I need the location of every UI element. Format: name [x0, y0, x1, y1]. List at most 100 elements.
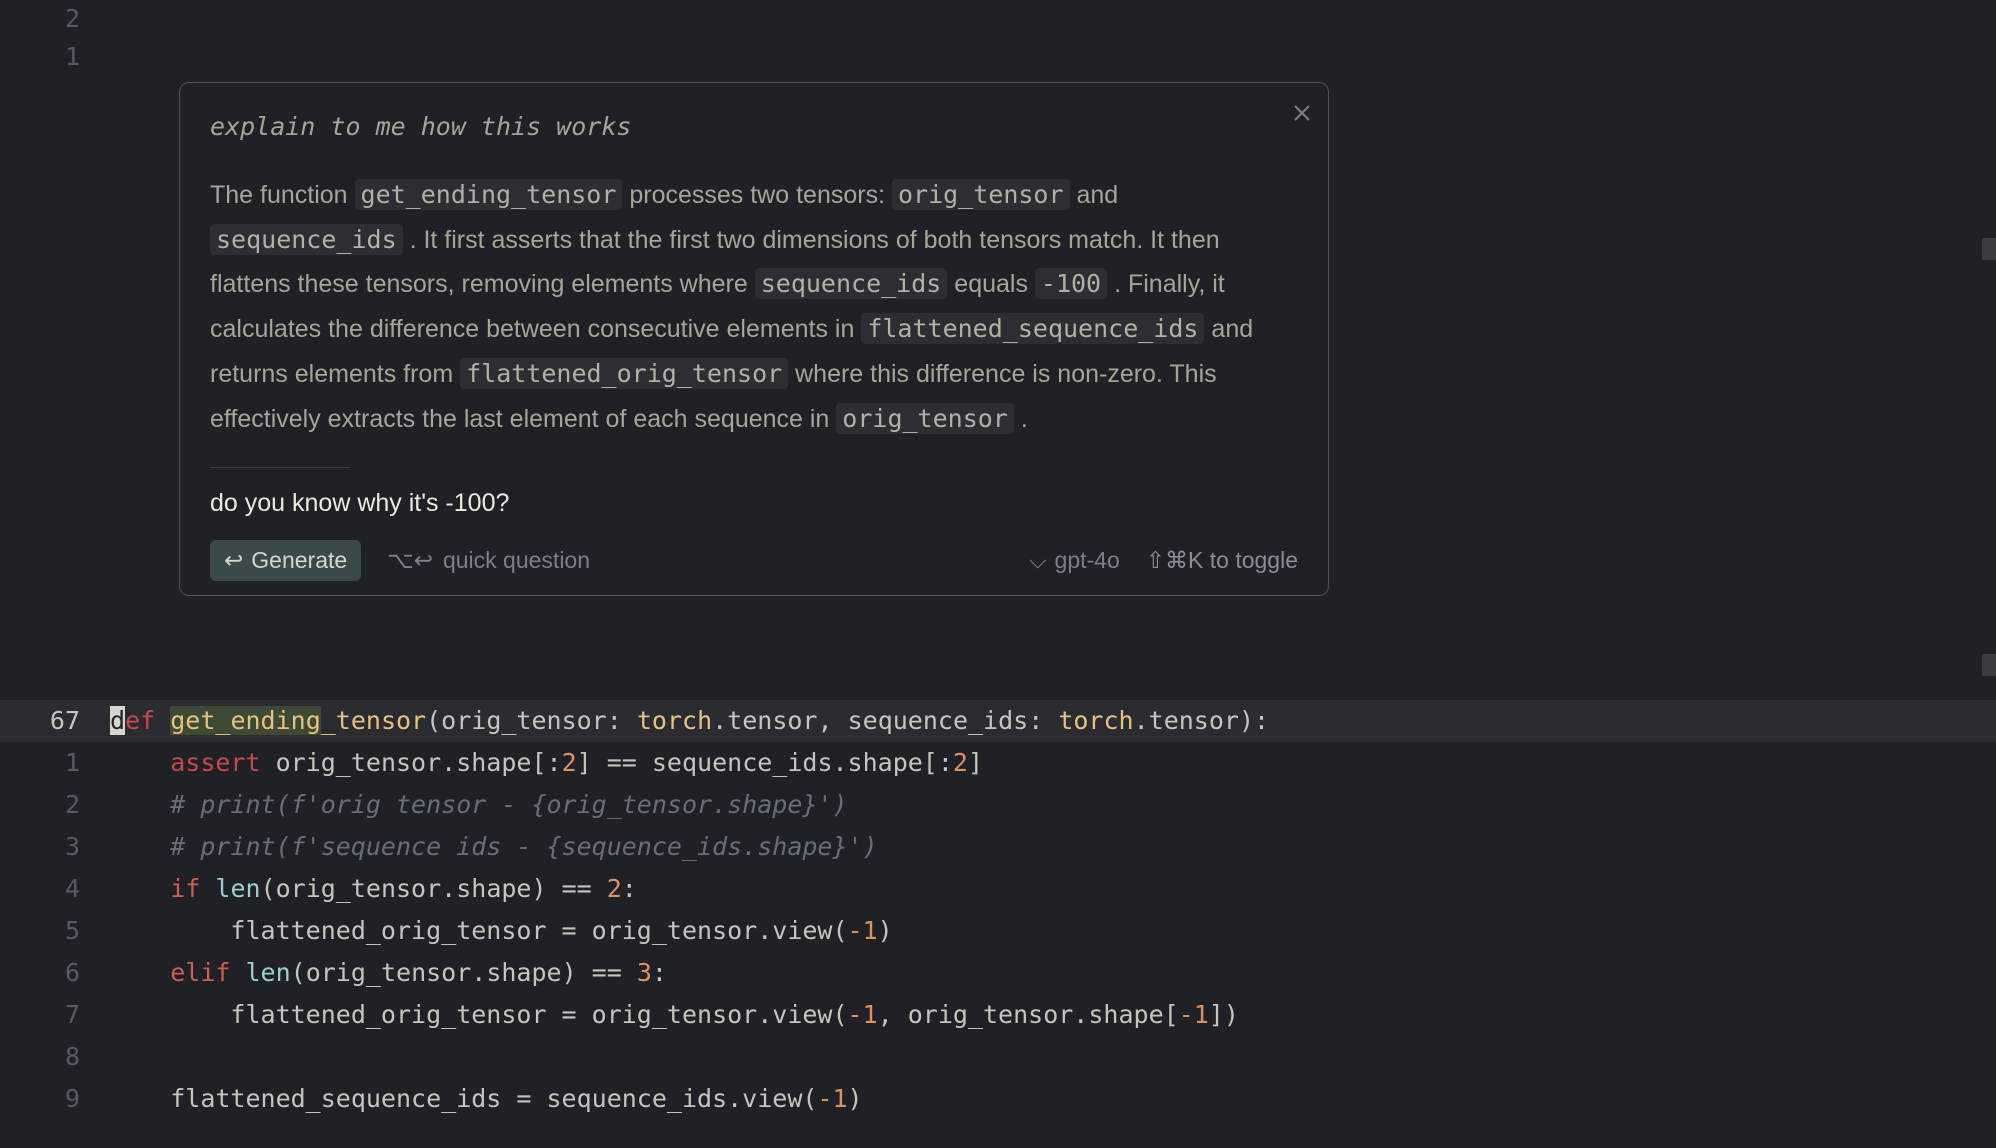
number: 2: [562, 748, 577, 777]
chevron-down-icon: ⌵: [1029, 540, 1046, 580]
code-line[interactable]: 1 assert orig_tensor.shape[:2] == sequen…: [0, 742, 1996, 784]
code-line[interactable]: 6 elif len(orig_tensor.shape) == 3:: [0, 952, 1996, 994]
ident: .tensor,: [712, 706, 847, 735]
answer-text: processes two tensors:: [622, 181, 892, 209]
code-token: sequence_ids: [210, 224, 403, 255]
generate-button[interactable]: ↩ Generate: [210, 540, 361, 581]
code-token: orig_tensor: [836, 403, 1014, 434]
code-line[interactable]: 8: [0, 1036, 1996, 1078]
code-content[interactable]: assert orig_tensor.shape[:2] == sequence…: [110, 742, 983, 784]
line-number-relative: 5: [0, 910, 110, 952]
toggle-hint: ⇧⌘K to toggle: [1146, 540, 1298, 580]
cursor: d: [110, 706, 125, 735]
punct: :: [607, 706, 637, 735]
line-number-relative: 8: [0, 1036, 110, 1078]
inline-chat-panel: explain to me how this works The functio…: [179, 82, 1329, 596]
comment: # print(f'sequence ids - {sequence_ids.s…: [170, 832, 877, 861]
ident: (orig_tensor.shape) ==: [261, 874, 607, 903]
code-line[interactable]: 7 flattened_orig_tensor = orig_tensor.vi…: [0, 994, 1996, 1036]
number: -1: [817, 1084, 847, 1113]
ident: orig_tensor.shape[:: [261, 748, 562, 777]
scrollbar-marker: [1982, 238, 1996, 260]
code-content[interactable]: [110, 1036, 125, 1078]
code-editor[interactable]: 2 1 explain to me how this works The fun…: [0, 0, 1996, 1148]
ident: ): [878, 916, 893, 945]
ident: flattened_orig_tensor = orig_tensor.view…: [230, 1000, 847, 1029]
generate-label: Generate: [251, 547, 347, 574]
code-line[interactable]: 5 flattened_orig_tensor = orig_tensor.vi…: [0, 910, 1996, 952]
answer-text: equals: [947, 270, 1035, 298]
builtin-len: len: [246, 958, 291, 987]
ident: , orig_tensor.shape[: [878, 1000, 1179, 1029]
ident: .tensor):: [1134, 706, 1269, 735]
param: sequence_ids: [848, 706, 1029, 735]
punct: :: [1028, 706, 1058, 735]
number: -1: [848, 1000, 878, 1029]
module: torch: [1058, 706, 1133, 735]
close-icon[interactable]: [1290, 95, 1314, 119]
code-line[interactable]: 67 def get_ending_tensor(orig_tensor: to…: [0, 700, 1996, 742]
code-content[interactable]: if len(orig_tensor.shape) == 2:: [110, 868, 637, 910]
scrollbar-marker: [1982, 654, 1996, 676]
number: 2: [953, 748, 968, 777]
code-token: flattened_orig_tensor: [460, 358, 788, 389]
quick-label: quick question: [443, 540, 590, 580]
gutter-above: 2 1: [0, 0, 1996, 76]
shortcut-glyph: ⌥↩: [387, 540, 433, 580]
line-number-relative: 6: [0, 952, 110, 994]
chat-input[interactable]: do you know why it's -100?: [210, 482, 1298, 526]
code-token: flattened_sequence_ids: [861, 313, 1204, 344]
param: orig_tensor: [441, 706, 607, 735]
chat-toolbar: ↩ Generate ⌥↩ quick question ⌵ gpt-4o ⇧⌘…: [210, 540, 1298, 581]
answer-text: The function: [210, 181, 355, 209]
model-selector[interactable]: ⌵ gpt-4o: [1029, 540, 1120, 580]
chat-answer: The function get_ending_tensor processes…: [210, 173, 1298, 442]
line-number-absolute: 67: [0, 700, 110, 742]
answer-text: .: [1014, 405, 1028, 433]
chat-prompt: explain to me how this works: [210, 105, 1298, 149]
code-line[interactable]: 3 # print(f'sequence ids - {sequence_ids…: [0, 826, 1996, 868]
answer-text: and: [1070, 181, 1119, 209]
code-token: orig_tensor: [892, 179, 1070, 210]
code-token: get_ending_tensor: [355, 179, 623, 210]
ident: ] == sequence_ids.shape[:: [577, 748, 953, 777]
line-number-relative: 7: [0, 994, 110, 1036]
code-line[interactable]: 4 if len(orig_tensor.shape) == 2:: [0, 868, 1996, 910]
code-token: sequence_ids: [755, 268, 948, 299]
number: -1: [1179, 1000, 1209, 1029]
code-content[interactable]: def get_ending_tensor(orig_tensor: torch…: [110, 700, 1996, 742]
code-content[interactable]: flattened_orig_tensor = orig_tensor.view…: [110, 910, 893, 952]
ident: ): [848, 1084, 863, 1113]
module: torch: [637, 706, 712, 735]
code-line[interactable]: 9 flattened_sequence_ids = sequence_ids.…: [0, 1078, 1996, 1120]
code-token: -100: [1035, 268, 1107, 299]
code-content[interactable]: flattened_sequence_ids = sequence_ids.vi…: [110, 1078, 863, 1120]
builtin-len: len: [215, 874, 260, 903]
number: 3: [637, 958, 652, 987]
line-number-relative: 3: [0, 826, 110, 868]
comment: # print(f'orig tensor - {orig_tensor.sha…: [170, 790, 847, 819]
gutter-rel: 1: [0, 38, 110, 76]
ident: :: [652, 958, 667, 987]
code-content[interactable]: # print(f'orig tensor - {orig_tensor.sha…: [110, 784, 848, 826]
line-number-relative: 2: [0, 784, 110, 826]
ident: (orig_tensor.shape) ==: [291, 958, 637, 987]
line-number-relative: 4: [0, 868, 110, 910]
quick-question-hint[interactable]: ⌥↩ quick question: [387, 540, 590, 580]
ident: flattened_sequence_ids = sequence_ids.vi…: [170, 1084, 817, 1113]
code-block[interactable]: 67 def get_ending_tensor(orig_tensor: to…: [0, 700, 1996, 1120]
model-name: gpt-4o: [1055, 540, 1120, 580]
keyword-def: ef: [125, 706, 155, 735]
gutter-rel: 2: [0, 0, 110, 38]
code-content[interactable]: # print(f'sequence ids - {sequence_ids.s…: [110, 826, 878, 868]
keyword-elif: elif: [170, 958, 230, 987]
code-line[interactable]: 2 # print(f'orig tensor - {orig_tensor.s…: [0, 784, 1996, 826]
ident: :: [622, 874, 637, 903]
code-content[interactable]: elif len(orig_tensor.shape) == 3:: [110, 952, 667, 994]
ident: ]): [1209, 1000, 1239, 1029]
function-name: _tensor: [321, 706, 426, 735]
enter-icon: ↩: [224, 547, 243, 574]
punct: (: [426, 706, 441, 735]
divider: [210, 467, 350, 468]
code-content[interactable]: flattened_orig_tensor = orig_tensor.view…: [110, 994, 1239, 1036]
